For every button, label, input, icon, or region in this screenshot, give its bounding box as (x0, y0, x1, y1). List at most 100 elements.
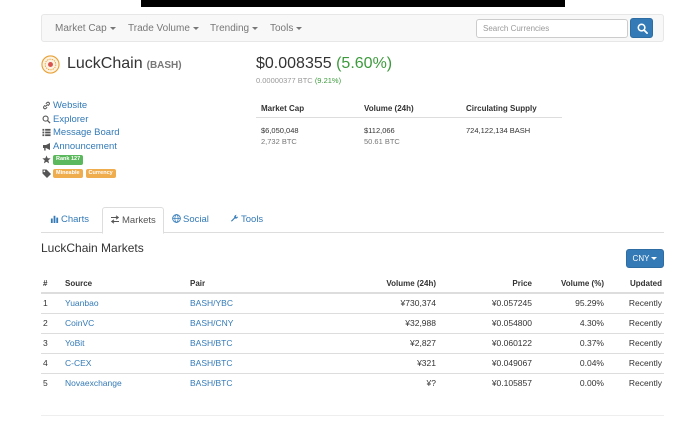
table-row: 1 Yuanbao BASH/YBC ¥730,374 ¥0.057245 95… (41, 292, 664, 313)
caret-down-icon (252, 26, 259, 30)
caret-down-icon (109, 26, 116, 30)
nav-trending-dropdown[interactable]: Trending (210, 23, 259, 34)
coin-name: LuckChain (67, 55, 143, 72)
message-board-link[interactable]: Message Board (53, 127, 120, 138)
row-pair: BASH/YBC (188, 292, 318, 313)
nav-trending-label: Trending (210, 23, 250, 34)
pair-link[interactable]: BASH/CNY (190, 318, 233, 328)
row-updated: Recently (606, 312, 664, 333)
source-link[interactable]: C-CEX (65, 358, 91, 368)
table-row: 3 YoBit BASH/BTC ¥2,827 ¥0.060122 0.37% … (41, 332, 664, 353)
caret-down-icon (192, 26, 199, 30)
row-price: ¥0.054800 (438, 312, 534, 333)
tab-charts-label: Charts (61, 214, 89, 225)
website-link[interactable]: Website (53, 100, 87, 111)
col-header-pair: Pair (188, 275, 318, 294)
col-header-source: Source (63, 275, 188, 294)
coin-symbol: (BASH) (146, 60, 182, 71)
link-row-explorer: Explorer (41, 113, 120, 127)
row-source: C-CEX (63, 352, 188, 373)
nav-trade-volume-label: Trade Volume (128, 23, 190, 34)
rank-row: Rank 127 (41, 153, 120, 167)
bar-chart-icon (50, 214, 59, 226)
circulating-supply: 724,122,134 BASH (466, 126, 531, 135)
row-updated: Recently (606, 292, 664, 313)
tab-markets[interactable]: Markets (102, 207, 164, 234)
pair-link[interactable]: BASH/BTC (190, 338, 233, 348)
search-button[interactable] (630, 18, 653, 38)
source-link[interactable]: Yuanbao (65, 298, 99, 308)
row-volume: ¥730,374 (318, 292, 438, 313)
row-pair: BASH/BTC (188, 352, 318, 373)
row-updated: Recently (606, 332, 664, 353)
luckchain-logo-icon (41, 55, 60, 74)
currency-select-button[interactable]: CNY (626, 249, 664, 268)
stats-header-row: Market Cap Volume (24h) Circulating Supp… (256, 98, 562, 118)
col-header-volume-percent: Volume (%) (534, 275, 606, 294)
tab-social[interactable]: Social (165, 207, 216, 233)
search-icon (637, 23, 648, 34)
announcement-link[interactable]: Announcement (53, 141, 117, 152)
row-volume: ¥? (318, 372, 438, 393)
price-usd: $0.008355 (256, 55, 332, 72)
navbar: Market Cap Trade Volume Trending Tools (41, 14, 664, 42)
pair-link[interactable]: BASH/YBC (190, 298, 233, 308)
exchange-arrows-icon (110, 215, 120, 227)
bullhorn-icon (41, 142, 52, 151)
row-volume-percent: 4.30% (534, 312, 606, 333)
source-link[interactable]: CoinVC (65, 318, 94, 328)
nav-market-cap-dropdown[interactable]: Market Cap (55, 23, 116, 34)
pair-link[interactable]: BASH/BTC (190, 358, 233, 368)
tab-markets-label: Markets (122, 215, 156, 226)
currency-label: CNY (632, 254, 650, 263)
market-cap-usd: $6,050,048 (261, 126, 299, 135)
col-header-rank: # (41, 275, 63, 294)
price-btc-block: 0.00000377 BTC (9.21%) (256, 76, 341, 85)
search-input[interactable] (476, 19, 628, 38)
bottom-divider (41, 415, 664, 416)
explorer-link[interactable]: Explorer (53, 114, 88, 125)
nav-tools-dropdown[interactable]: Tools (270, 23, 303, 34)
markets-table: # Source Pair Volume (24h) Price Volume … (41, 275, 664, 393)
row-volume-percent: 0.04% (534, 352, 606, 373)
caret-down-icon (296, 26, 303, 30)
pair-link[interactable]: BASH/BTC (190, 378, 233, 388)
tab-social-label: Social (183, 214, 209, 225)
tag-mineable: Mineable (53, 168, 83, 178)
rank-badge: Rank 127 (53, 155, 84, 165)
tab-tools[interactable]: Tools (223, 207, 270, 233)
coin-title: LuckChain (BASH) (67, 55, 182, 73)
top-black-bar (141, 0, 565, 7)
link-row-website: Website (41, 99, 120, 113)
row-volume: ¥321 (318, 352, 438, 373)
nav-market-cap-label: Market Cap (55, 23, 107, 34)
table-row: 4 C-CEX BASH/BTC ¥321 ¥0.049067 0.04% Re… (41, 352, 664, 373)
nav-trade-volume-dropdown[interactable]: Trade Volume (128, 23, 199, 34)
row-pair: BASH/CNY (188, 312, 318, 333)
row-price: ¥0.049067 (438, 352, 534, 373)
col-header-updated: Updated (606, 275, 664, 294)
row-source: Yuanbao (63, 292, 188, 313)
table-row: 5 Novaexchange BASH/BTC ¥? ¥0.105857 0.0… (41, 372, 664, 393)
tags-icon (41, 169, 52, 178)
stats-header-supply: Circulating Supply (466, 104, 537, 113)
coin-links: Website Explorer Message Board Announcem… (41, 99, 120, 180)
globe-icon (172, 214, 181, 226)
tab-tools-label: Tools (241, 214, 264, 225)
link-icon (41, 101, 52, 110)
markets-header-row: # Source Pair Volume (24h) Price Volume … (41, 275, 664, 294)
source-link[interactable]: Novaexchange (65, 378, 122, 388)
source-link[interactable]: YoBit (65, 338, 85, 348)
caret-down-icon (651, 257, 658, 261)
row-price: ¥0.105857 (438, 372, 534, 393)
price-btc: 0.00000377 BTC (256, 76, 313, 85)
row-rank: 2 (41, 312, 63, 333)
stats-header-volume: Volume (24h) (364, 104, 414, 113)
row-rank: 4 (41, 352, 63, 373)
tab-charts[interactable]: Charts (43, 207, 96, 233)
row-price: ¥0.060122 (438, 332, 534, 353)
row-rank: 3 (41, 332, 63, 353)
star-icon (41, 155, 52, 164)
stats-values-row: $6,050,048 2,732 BTC $112,066 50.61 BTC … (256, 118, 562, 148)
row-volume-percent: 0.00% (534, 372, 606, 393)
